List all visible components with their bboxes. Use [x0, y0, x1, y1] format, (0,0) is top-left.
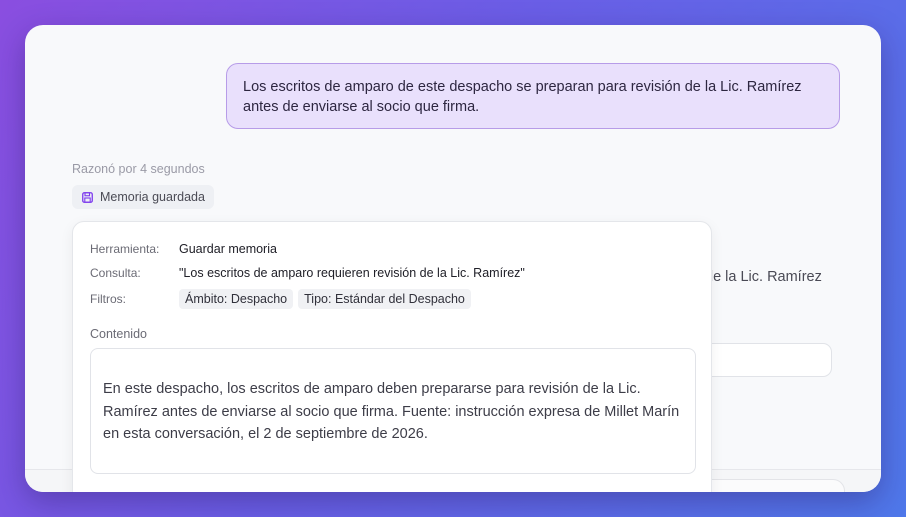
- user-message-text: Los escritos de amparo de este despacho …: [243, 79, 802, 115]
- tool-row: Herramienta: Guardar memoria: [90, 242, 277, 256]
- filters-label: Filtros:: [90, 292, 126, 306]
- tool-value: Guardar memoria: [179, 242, 277, 256]
- query-value: "Los escritos de amparo requieren revisi…: [179, 266, 525, 280]
- tool-call-popover: Herramienta: Guardar memoria Consulta: "…: [72, 221, 712, 492]
- tool-label: Herramienta:: [90, 242, 160, 256]
- filters-row: Filtros: Ámbito: Despacho Tipo: Estándar…: [90, 289, 476, 309]
- content-label: Contenido: [90, 327, 147, 341]
- user-message: Los escritos de amparo de este despacho …: [226, 63, 840, 129]
- reasoning-note[interactable]: Razonó por 4 segundos: [72, 162, 205, 176]
- filter-tag-type: Tipo: Estándar del Despacho: [298, 289, 471, 309]
- filter-tag-scope: Ámbito: Despacho: [179, 289, 294, 309]
- save-icon: [82, 191, 93, 203]
- query-row: Consulta: "Los escritos de amparo requie…: [90, 266, 525, 280]
- query-label: Consulta:: [90, 266, 141, 280]
- memory-content-text: En este despacho, los escritos de amparo…: [103, 381, 680, 442]
- assistant-reply-text: de la Lic. Ramírez: [705, 269, 822, 285]
- memory-saved-label: Memoria guardada: [100, 190, 205, 204]
- memory-content-box: En este despacho, los escritos de amparo…: [90, 348, 696, 474]
- memory-saved-chip[interactable]: Memoria guardada: [72, 185, 214, 209]
- chat-window: Los escritos de amparo de este despacho …: [25, 25, 881, 492]
